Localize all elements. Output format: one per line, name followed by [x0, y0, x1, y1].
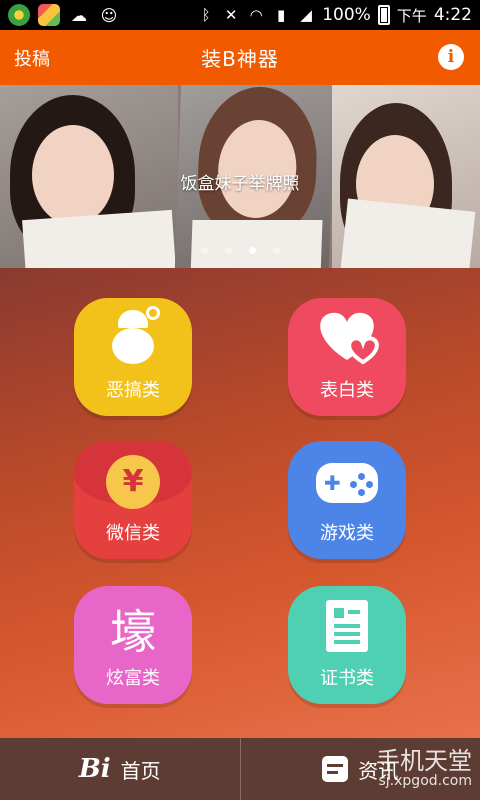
time-prefix: 下午 — [396, 6, 427, 25]
category-grid: 恶搞类 表白类 ¥ 微信类 ✚ 游戏类 壕 炫富类 证书类 — [0, 268, 480, 738]
rich-char-icon: 壕 — [110, 605, 156, 659]
carousel-dot[interactable] — [272, 247, 280, 254]
category-label: 恶搞类 — [106, 380, 160, 401]
nav-home[interactable]: Bi 首页 — [0, 738, 240, 800]
clock: 4:22 — [433, 5, 472, 25]
carousel-indicator — [0, 247, 480, 254]
yuan-coin-icon: ¥ — [106, 455, 160, 509]
contribute-button[interactable]: 投稿 — [14, 45, 50, 71]
app-notification-icon — [8, 4, 30, 26]
category-rich-button[interactable]: 壕 炫富类 — [74, 586, 192, 704]
status-bar: ☁ ☺ ᛒ ✕ ◠ ▮ ◢ 100% 下午 4:22 — [0, 0, 480, 30]
category-label: 炫富类 — [106, 668, 160, 689]
wifi-icon: ◠ — [249, 6, 263, 24]
category-label: 游戏类 — [320, 523, 374, 544]
home-logo-icon: Bi — [78, 754, 111, 784]
category-label: 证书类 — [320, 668, 374, 689]
battery-percent: 100% — [322, 5, 371, 25]
info-icon[interactable]: i — [438, 44, 464, 70]
category-game-button[interactable]: ✚ 游戏类 — [288, 441, 406, 559]
certificate-icon — [326, 600, 368, 652]
watermark-url: sj.xpgod.com — [378, 773, 473, 790]
category-wechat-button[interactable]: ¥ 微信类 — [74, 441, 192, 559]
banner-carousel[interactable]: 饭盒妹子举牌照 — [0, 85, 480, 268]
gallery-notification-icon — [38, 4, 60, 26]
news-icon — [322, 756, 349, 782]
carousel-dot[interactable] — [224, 247, 232, 254]
app-title: 装B神器 — [201, 47, 279, 71]
bluetooth-icon: ᛒ — [201, 6, 211, 24]
sim-icon: ▮ — [277, 6, 286, 24]
carousel-dot[interactable] — [200, 247, 208, 254]
nav-home-label: 首页 — [120, 758, 161, 783]
category-label: 微信类 — [106, 523, 160, 544]
category-prank-button[interactable]: 恶搞类 — [74, 298, 192, 416]
watermark-title: 手机天堂 — [376, 747, 472, 775]
cloud-icon: ☁ — [71, 5, 87, 25]
category-label: 表白类 — [320, 380, 374, 401]
hearts-icon — [320, 312, 379, 365]
battery-icon — [377, 5, 390, 25]
app-bar: 投稿 装B神器 i — [0, 30, 480, 85]
watermark: 手机天堂 sj.xpgod.com — [376, 748, 472, 790]
carousel-dot-active[interactable] — [248, 247, 256, 254]
banner-caption: 饭盒妹子举牌照 — [180, 174, 300, 194]
signal-icon: ◢ — [300, 6, 312, 24]
category-love-button[interactable]: 表白类 — [288, 298, 406, 416]
robot-icon: ☺ — [100, 5, 118, 25]
mute-icon: ✕ — [224, 6, 238, 24]
category-certificate-button[interactable]: 证书类 — [288, 586, 406, 704]
